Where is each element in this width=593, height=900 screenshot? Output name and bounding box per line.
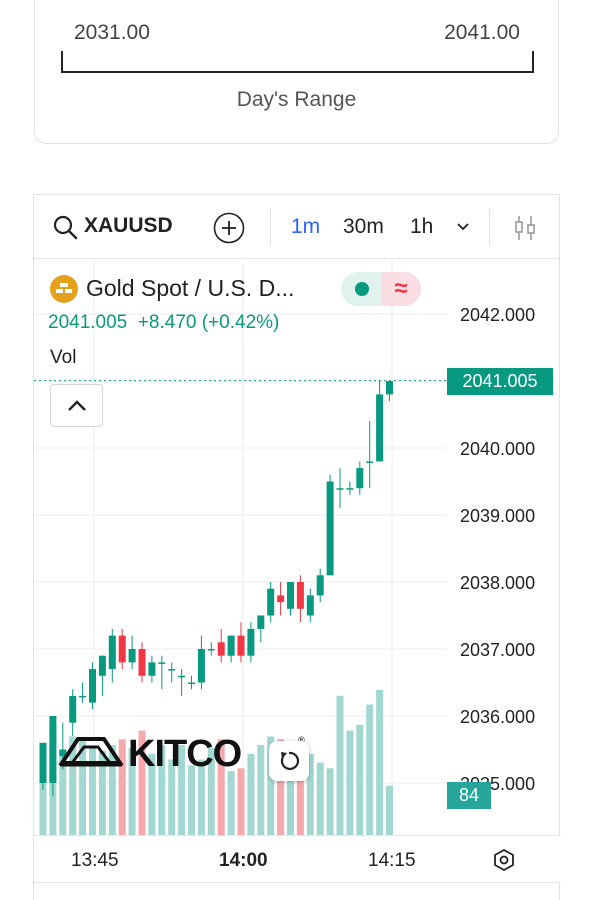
interval-1h-button[interactable]: 1h <box>410 215 433 239</box>
volume-bar <box>316 762 324 835</box>
settings-icon[interactable] <box>492 848 516 872</box>
legend-change: +8.470 (+0.42%) <box>137 312 280 333</box>
candle-body <box>366 461 374 463</box>
collapse-legend-button[interactable] <box>50 384 103 427</box>
symbol-search-button[interactable]: XAUUSD <box>84 214 173 238</box>
legend-price: 2041.005 <box>48 312 128 333</box>
volume-bar <box>356 724 364 835</box>
candle-body <box>227 635 235 656</box>
candle-body <box>326 481 334 576</box>
candle-body <box>316 575 324 596</box>
candle-body <box>69 695 77 723</box>
candle-body <box>98 655 106 676</box>
kitco-watermark-text: KITCO <box>128 733 241 775</box>
candle-body <box>188 682 195 684</box>
candle-body <box>336 488 344 490</box>
volume-tag: 84 <box>447 782 491 809</box>
candle-body <box>128 649 136 663</box>
time-tick: 13:45 <box>71 850 119 871</box>
candle-body <box>247 628 255 656</box>
candle-body <box>277 595 285 603</box>
realtime-wave-icon: ≈ <box>381 272 421 306</box>
candle-body <box>217 642 225 656</box>
candle-body <box>89 669 96 703</box>
price-axis-label: 2036.000 <box>460 707 535 727</box>
candle-body <box>207 649 215 651</box>
current-price-tag: 2041.005 <box>447 368 553 395</box>
add-symbol-icon[interactable] <box>213 212 245 244</box>
candle-body <box>158 662 166 664</box>
price-axis-label: 2039.000 <box>460 506 535 526</box>
volume-bar <box>346 730 354 835</box>
toolbar-divider <box>489 209 490 245</box>
candle-body <box>287 582 294 609</box>
candle-body <box>237 635 245 656</box>
price-axis-label: 2037.000 <box>460 640 535 660</box>
chart-widget: XAUUSD 1m 30m 1h 2042.0002041.0002040.00… <box>33 194 561 900</box>
chart-toolbar: XAUUSD 1m 30m 1h <box>34 195 559 259</box>
price-axis-label: 2040.000 <box>460 439 535 459</box>
chevron-down-icon[interactable] <box>455 219 471 235</box>
legend-price-line: 2041.005 +8.470 (+0.42%) <box>48 312 279 334</box>
candle-body <box>346 488 354 490</box>
candle-body <box>138 649 146 676</box>
volume-bar <box>386 785 393 835</box>
candle-body <box>79 695 87 698</box>
candle-body <box>376 394 384 462</box>
price-axis-label: 2038.000 <box>460 573 535 593</box>
interval-30m-button[interactable]: 30m <box>343 215 384 239</box>
volume-bar <box>227 771 235 835</box>
market-status-pill[interactable]: ≈ <box>341 272 421 306</box>
reset-chart-button[interactable] <box>269 741 309 781</box>
volume-legend: Vol <box>50 347 77 368</box>
chevron-up-icon <box>68 400 86 411</box>
time-tick: 14:15 <box>368 850 416 871</box>
range-bar <box>61 51 534 73</box>
search-icon[interactable] <box>52 214 78 240</box>
volume-bar <box>336 695 344 835</box>
candle-body <box>306 595 314 616</box>
indicators-icon[interactable] <box>510 213 540 243</box>
candle-body <box>148 662 156 676</box>
candle-body <box>168 669 176 671</box>
toolbar-divider <box>270 209 271 245</box>
candle-body <box>118 635 126 663</box>
candle-body <box>49 716 57 783</box>
candle-body <box>178 675 186 678</box>
candle-body <box>296 582 304 609</box>
interval-1m-button[interactable]: 1m <box>291 215 320 239</box>
range-label: Day's Range <box>236 88 357 111</box>
candle-body <box>108 635 116 670</box>
range-high-value: 2041.00 <box>444 21 520 44</box>
candle-body <box>267 588 275 616</box>
reset-icon <box>280 751 300 770</box>
gold-logo-icon <box>50 275 78 303</box>
market-open-dot <box>355 282 369 296</box>
price-axis-label: 2042.000 <box>460 305 535 325</box>
time-tick: 14:00 <box>219 850 268 871</box>
days-range-card: 2031.00 2041.00 Day's Range <box>34 0 559 144</box>
candle-body <box>257 615 265 629</box>
candle-body <box>356 468 364 489</box>
range-low-value: 2031.00 <box>74 21 150 44</box>
candle-body <box>197 649 205 683</box>
candle-body <box>39 742 47 783</box>
symbol-title[interactable]: Gold Spot / U.S. D... <box>86 275 294 302</box>
volume-bar <box>326 768 334 835</box>
volume-bar <box>366 704 374 835</box>
volume-bar <box>376 690 384 835</box>
time-axis[interactable]: 13:45 14:00 14:15 <box>34 835 561 883</box>
candle-body <box>386 381 393 395</box>
